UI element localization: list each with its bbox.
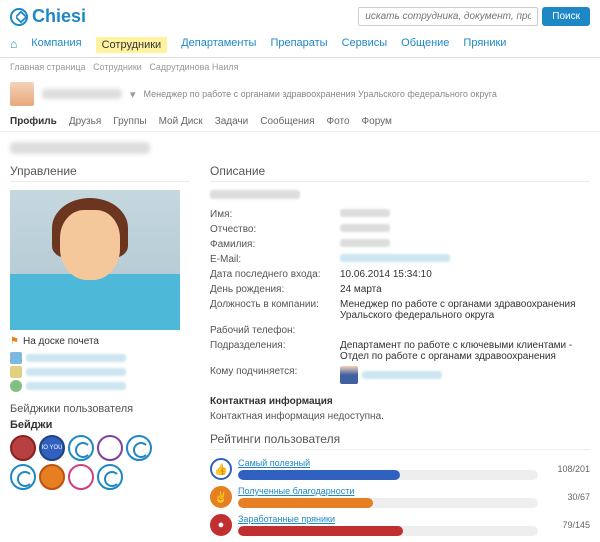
tab-messages[interactable]: Сообщения [260,116,314,127]
rating-val-1: 108/201 [544,464,590,474]
badges-sub: Бейджи [10,419,190,431]
logo-text: Chiesi [32,6,86,27]
contact-heading: Контактная информация [210,396,590,407]
logo[interactable]: Chiesi [10,6,86,27]
tab-disk[interactable]: Мой Диск [159,116,203,127]
val-workphone [340,325,590,336]
label-surname: Фамилия: [210,239,340,250]
breadcrumb-home[interactable]: Главная страница [10,62,86,72]
contact-text: Контактная информация недоступна. [210,411,590,422]
description-heading: Описание [210,164,590,182]
page-title-redacted [10,142,150,154]
badge-5[interactable] [126,435,152,461]
badge-9[interactable] [97,464,123,490]
badges-heading: Бейджики пользователя [10,403,190,415]
label-patronymic: Отчество: [210,224,340,235]
badge-1[interactable] [10,435,36,461]
search-button[interactable]: Поиск [542,7,590,26]
badge-2[interactable]: IO YOU [39,435,65,461]
badge-8[interactable] [68,464,94,490]
profile-photo[interactable] [10,190,180,330]
user-header: ▾ Менеджер по работе с органами здравоох… [0,76,600,112]
flag-icon: ⚑ [10,336,19,347]
home-icon[interactable]: ⌂ [10,37,17,53]
val-surname [340,239,390,247]
nav-departments[interactable]: Департаменты [181,37,256,53]
label-supervisor: Кому подчиняется: [210,366,340,384]
breadcrumb: Главная страница Сотрудники Садрутдинова… [0,58,600,76]
badge-row-2 [10,464,190,490]
rating-label-3[interactable]: Заработанные пряники [238,514,538,524]
user-icon [10,352,22,364]
management-heading: Управление [10,164,190,182]
label-name: Имя: [210,209,340,220]
rating-label-2[interactable]: Полученные благодарности [238,486,538,496]
action-3[interactable] [10,379,190,393]
supervisor-avatar[interactable] [340,366,358,384]
avatar-small[interactable] [10,82,34,106]
tab-friends[interactable]: Друзья [69,116,101,127]
badge-4[interactable] [97,435,123,461]
tab-groups[interactable]: Группы [113,116,146,127]
label-position: Должность в компании: [210,299,340,321]
logo-icon [10,8,28,26]
dept-link-1[interactable]: Департамент по работе с ключевыми клиент… [340,340,566,351]
ratings-heading: Рейтинги пользователя [210,432,590,450]
rating-val-2: 30/67 [544,492,590,502]
badge-3[interactable] [68,435,94,461]
val-lastlogin: 10.06.2014 15:34:10 [340,269,590,280]
chevron-down-icon[interactable]: ▾ [130,88,136,101]
tab-profile[interactable]: Профиль [10,116,57,127]
tab-tasks[interactable]: Задачи [215,116,249,127]
rating-label-1[interactable]: Самый полезный [238,458,538,468]
label-email: E-Mail: [210,254,340,265]
label-departments: Подразделения: [210,340,340,362]
tab-photo[interactable]: Фото [327,116,350,127]
breadcrumb-user[interactable]: Садрутдинова Наиля [149,62,238,72]
val-email[interactable] [340,254,450,262]
label-birthday: День рождения: [210,284,340,295]
thumbs-up-icon: 👍 [210,458,232,480]
doc-icon [10,366,22,378]
breadcrumb-employees[interactable]: Сотрудники [93,62,142,72]
user-name-redacted [42,89,122,99]
val-birthday: 24 марта [340,284,590,295]
nav-employees[interactable]: Сотрудники [96,37,168,53]
peace-icon: ✌ [210,486,232,508]
rating-val-3: 79/145 [544,520,590,530]
honor-label: На доске почета [23,336,99,347]
nav-company[interactable]: Компания [31,37,81,53]
val-position: Менеджер по работе с органами здравоохра… [340,299,590,321]
val-patronymic [340,224,390,232]
desc-redacted [210,190,300,199]
nav-services[interactable]: Сервисы [342,37,388,53]
supervisor-name[interactable] [362,371,442,379]
search-input[interactable] [358,7,538,26]
badge-6[interactable] [10,464,36,490]
nav-drugs[interactable]: Препараты [270,37,327,53]
rating-useful: 👍 Самый полезный 108/201 [210,458,590,480]
rating-earned: ● Заработанные пряники 79/145 [210,514,590,536]
honor-board[interactable]: ⚑ На доске почета [10,336,190,347]
nav-pryaniki[interactable]: Пряники [463,37,506,53]
badge-row-1: IO YOU [10,435,190,461]
val-name [340,209,390,217]
user-role: Менеджер по работе с органами здравоохра… [144,89,497,99]
action-1[interactable] [10,351,190,365]
label-workphone: Рабочий телефон: [210,325,340,336]
label-lastlogin: Дата последнего входа: [210,269,340,280]
main-nav: ⌂ Компания Сотрудники Департаменты Препа… [0,33,600,58]
nav-communication[interactable]: Общение [401,37,449,53]
tab-forum[interactable]: Форум [362,116,392,127]
profile-tabs: Профиль Друзья Группы Мой Диск Задачи Со… [0,112,600,132]
action-2[interactable] [10,365,190,379]
coin-icon: ● [210,514,232,536]
dept-link-2[interactable]: Отдел по работе с органами здравоохранен… [340,351,556,362]
plus-icon [10,380,22,392]
badge-7[interactable] [39,464,65,490]
rating-thanks: ✌ Полученные благодарности 30/67 [210,486,590,508]
